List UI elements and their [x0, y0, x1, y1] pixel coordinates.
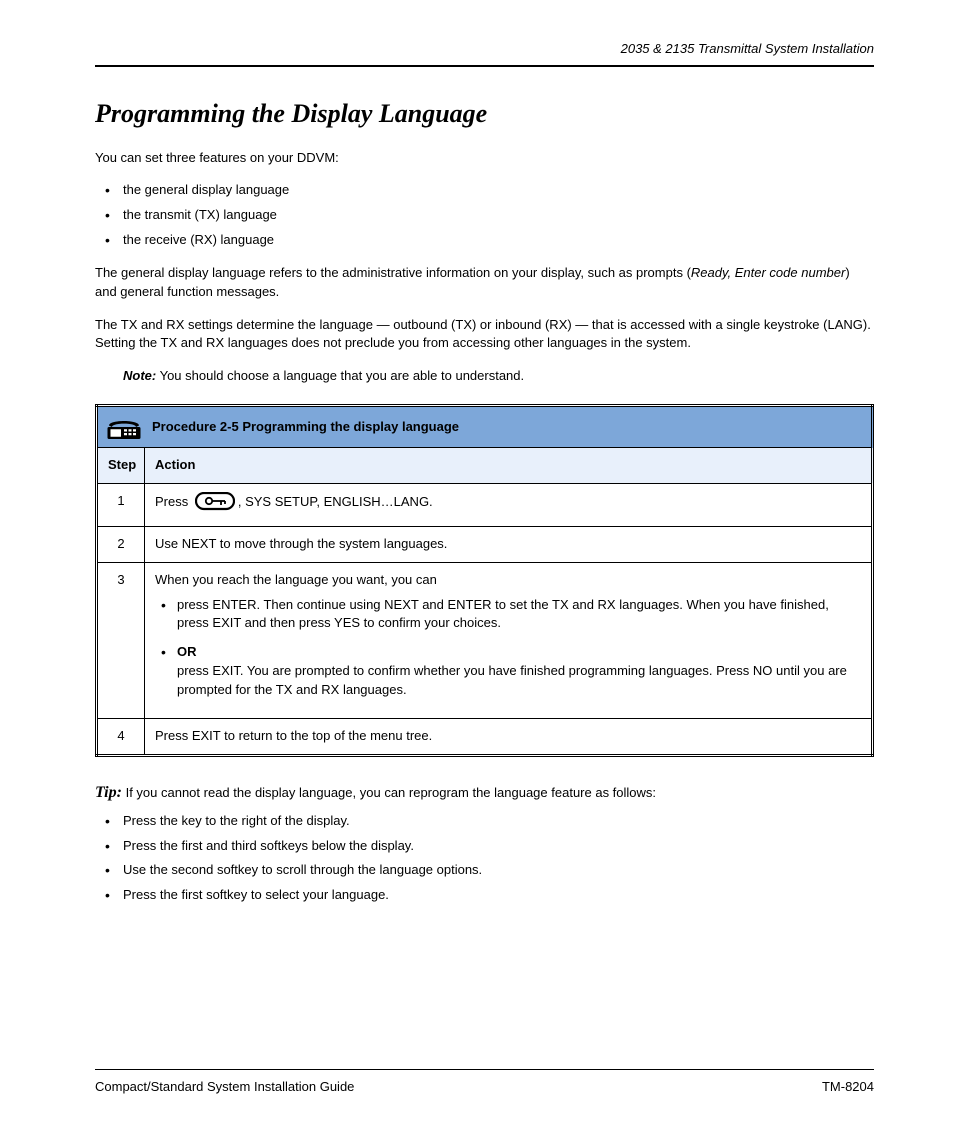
note-label: Note: — [123, 368, 156, 383]
list-item: the general display language — [95, 181, 874, 200]
feature-bullet-list: the general display language the transmi… — [95, 181, 874, 250]
section-title: Programming the Display Language — [95, 95, 874, 133]
step-number: 1 — [97, 483, 145, 526]
list-item: Press the key to the right of the displa… — [95, 812, 874, 831]
step-action: Use NEXT to move through the system lang… — [145, 526, 873, 562]
table-header-row: Step Action — [97, 448, 873, 484]
list-item: the receive (RX) language — [95, 231, 874, 250]
page-footer: Compact/Standard System Installation Gui… — [95, 1069, 874, 1097]
step-number: 3 — [97, 562, 145, 718]
key-button-icon — [195, 492, 235, 518]
footer-right: TM-8204 — [822, 1078, 874, 1097]
list-item: OR press EXIT. You are prompted to confi… — [155, 643, 861, 700]
step-action: Press , SYS SETUP, ENGLISH…LANG. — [145, 483, 873, 526]
tip-block: Tip: If you cannot read the display lang… — [95, 781, 874, 804]
tip-label: Tip: — [95, 784, 122, 801]
step-action: Press EXIT to return to the top of the m… — [145, 718, 873, 755]
step-number: 4 — [97, 718, 145, 755]
step-number: 2 — [97, 526, 145, 562]
procedure-table: Procedure 2-5 Programming the display la… — [95, 404, 874, 756]
running-header: 2035 & 2135 Transmittal System Installat… — [95, 40, 874, 59]
list-item: Press the first softkey to select your l… — [95, 886, 874, 905]
footer-left: Compact/Standard System Installation Gui… — [95, 1078, 354, 1097]
table-row: 4 Press EXIT to return to the top of the… — [97, 718, 873, 755]
header-rule — [95, 65, 874, 67]
tip-bullet-list: Press the key to the right of the displa… — [95, 812, 874, 905]
explain-paragraph-1: The general display language refers to t… — [95, 264, 874, 302]
note-text: You should choose a language that you ar… — [156, 368, 524, 383]
list-item: the transmit (TX) language — [95, 206, 874, 225]
or-label: OR — [177, 643, 861, 662]
footer-rule — [95, 1069, 874, 1070]
table-row: 1 Press , SYS SETUP, ENGLISH…LANG. — [97, 483, 873, 526]
telephone-icon — [106, 413, 142, 441]
tip-text: If you cannot read the display language,… — [126, 785, 656, 800]
list-item: press ENTER. Then continue using NEXT an… — [155, 596, 861, 634]
step-action: When you reach the language you want, yo… — [145, 562, 873, 718]
procedure-title: Procedure 2-5 Programming the display la… — [152, 418, 459, 437]
column-header-action: Action — [145, 448, 873, 484]
table-row: 2 Use NEXT to move through the system la… — [97, 526, 873, 562]
note-block: Note: You should choose a language that … — [123, 367, 874, 386]
procedure-title-row: Procedure 2-5 Programming the display la… — [97, 406, 873, 448]
intro-paragraph: You can set three features on your DDVM: — [95, 149, 874, 168]
column-header-step: Step — [97, 448, 145, 484]
list-item: Use the second softkey to scroll through… — [95, 861, 874, 880]
explain-paragraph-2: The TX and RX settings determine the lan… — [95, 316, 874, 354]
table-row: 3 When you reach the language you want, … — [97, 562, 873, 718]
list-item: Press the first and third softkeys below… — [95, 837, 874, 856]
